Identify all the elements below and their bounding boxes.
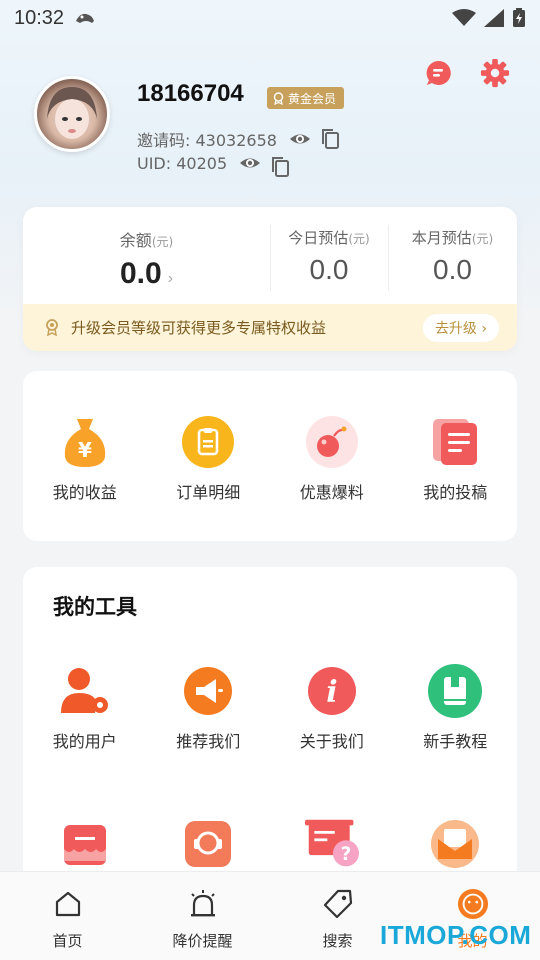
nav-label: 降价提醒 <box>172 932 233 950</box>
megaphone-icon <box>181 664 235 718</box>
face-icon <box>457 888 489 920</box>
user-settings-icon <box>58 664 112 718</box>
nav-home[interactable]: 首页 <box>0 872 135 960</box>
today-estimate-label: 今日预估 <box>288 229 349 247</box>
battery-icon <box>513 8 525 27</box>
quick-action-orders[interactable]: 订单明细 <box>147 415 271 503</box>
app-notification-icon <box>76 13 95 23</box>
quick-action-label: 我的投稿 <box>423 483 488 502</box>
tool-label: 关于我们 <box>299 732 364 751</box>
today-unit: (元) <box>348 232 370 246</box>
signal-icon <box>484 9 504 27</box>
book-icon <box>428 664 483 718</box>
tool-about[interactable]: i 关于我们 <box>270 664 394 752</box>
month-estimate-value: 0.0 <box>433 254 472 285</box>
member-level-label: 黄金会员 <box>288 91 337 106</box>
today-estimate-column: 今日预估(元) 0.0 <box>270 207 388 304</box>
tool-customer-service[interactable] <box>147 817 271 871</box>
message-button[interactable] <box>424 58 454 88</box>
eye-icon[interactable] <box>289 128 311 150</box>
bomb-icon <box>305 415 359 469</box>
tool-my-users[interactable]: 我的用户 <box>23 664 147 752</box>
status-time: 10:32 <box>14 6 65 29</box>
tool-feedback[interactable] <box>394 817 518 871</box>
settings-button[interactable] <box>480 58 510 88</box>
status-bar: 10:32 <box>0 0 540 36</box>
alarm-icon <box>187 888 219 920</box>
copy-icon[interactable] <box>269 156 291 178</box>
month-unit: (元) <box>471 232 494 246</box>
money-bag-icon: ¥ <box>58 415 112 469</box>
tool-label: 推荐我们 <box>176 732 241 751</box>
tool-store[interactable] <box>23 817 147 871</box>
upgrade-banner[interactable]: 升级会员等级可获得更多专属特权收益 去升级 › <box>23 304 517 351</box>
tool-help[interactable]: ? <box>270 817 394 871</box>
tag-icon <box>322 888 354 920</box>
balance-value: 0.0 <box>119 257 162 290</box>
balance-label: 余额 <box>119 231 152 250</box>
month-estimate-label: 本月预估 <box>411 229 472 247</box>
info-icon: i <box>305 664 359 718</box>
medal-icon <box>273 91 284 105</box>
svg-text:i: i <box>326 675 337 710</box>
quick-action-submissions[interactable]: 我的投稿 <box>394 415 518 503</box>
quick-action-earnings[interactable]: ¥ 我的收益 <box>23 415 147 503</box>
watermark: ITMOP.COM <box>380 920 532 950</box>
mail-icon <box>428 817 482 871</box>
svg-text:¥: ¥ <box>78 438 92 462</box>
wifi-icon <box>452 9 476 26</box>
header-actions <box>424 58 510 88</box>
quick-actions-card: ¥ 我的收益 订单明细 优惠爆料 我的投稿 <box>23 371 517 541</box>
uid-label: UID: <box>137 153 172 173</box>
balance-column[interactable]: 余额(元) 0.0 › <box>23 207 270 304</box>
store-icon <box>58 817 112 871</box>
quick-action-deals[interactable]: 优惠爆料 <box>270 415 394 503</box>
medal-icon <box>46 319 58 336</box>
gear-icon <box>480 58 510 88</box>
nav-label: 搜索 <box>322 932 353 950</box>
tools-title: 我的工具 <box>53 595 137 619</box>
help-doc-icon: ? <box>304 817 359 871</box>
nav-price-alert[interactable]: 降价提醒 <box>135 872 270 960</box>
tool-label: 新手教程 <box>423 732 488 751</box>
upgrade-text: 升级会员等级可获得更多专属特权收益 <box>71 319 327 337</box>
tools-card: 我的工具 我的用户 推荐我们 i 关于我们 新手教程 ? <box>23 567 517 897</box>
balance-card: 余额(元) 0.0 › 今日预估(元) 0.0 本月预估(元) 0.0 升级会员等… <box>23 207 517 351</box>
clipboard-icon <box>181 415 235 469</box>
username: 18166704 <box>137 80 244 107</box>
today-estimate-value: 0.0 <box>309 254 349 285</box>
avatar[interactable] <box>34 76 110 152</box>
tool-tutorial[interactable]: 新手教程 <box>394 664 518 752</box>
upgrade-button[interactable]: 去升级 › <box>422 313 499 342</box>
month-estimate-column: 本月预估(元) 0.0 <box>388 207 517 304</box>
tool-recommend[interactable]: 推荐我们 <box>147 664 271 752</box>
balance-unit: (元) <box>151 235 174 249</box>
home-icon <box>52 888 84 920</box>
member-level-badge[interactable]: 黄金会员 <box>267 87 345 109</box>
uid-value: 40205 <box>176 153 228 173</box>
nav-label: 首页 <box>52 932 83 950</box>
document-stack-icon <box>428 415 482 469</box>
quick-action-label: 订单明细 <box>176 483 241 502</box>
customer-service-icon <box>181 817 235 871</box>
quick-action-label: 我的收益 <box>52 483 117 502</box>
copy-icon[interactable] <box>319 128 341 150</box>
uid-row: UID: 40205 <box>137 148 291 178</box>
eye-icon[interactable] <box>239 152 261 174</box>
chevron-right-icon: › <box>167 270 174 287</box>
quick-action-label: 优惠爆料 <box>299 483 364 502</box>
svg-text:?: ? <box>340 844 351 865</box>
message-icon <box>426 60 451 85</box>
tool-label: 我的用户 <box>52 732 117 751</box>
avatar-image <box>47 87 97 139</box>
